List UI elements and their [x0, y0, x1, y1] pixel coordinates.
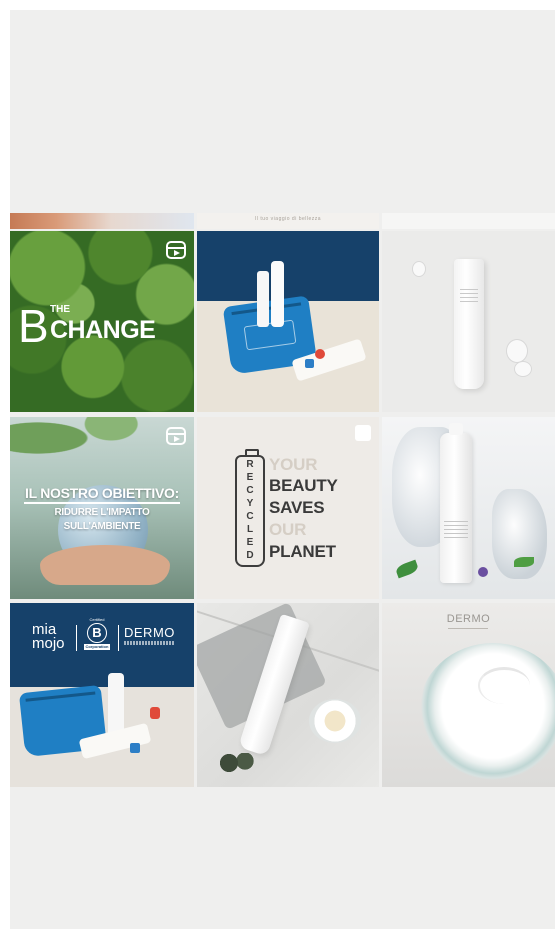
- slogan-word: OUR: [269, 520, 307, 539]
- profile-post-grid: B THE CHANGE IL NOSTRO OBIETTIVO: RIDURR…: [10, 231, 555, 787]
- post-tile-white-tube[interactable]: [382, 231, 555, 412]
- post-tile-the-change[interactable]: B THE CHANGE: [10, 231, 194, 412]
- reel-icon: [166, 241, 186, 259]
- b-corp-logo: Certified B Corporation: [84, 617, 110, 650]
- dermo-logo: DERMO: [446, 613, 491, 625]
- obiettivo-title: IL NOSTRO OBIETTIVO:: [25, 485, 179, 501]
- strip-tile-caption[interactable]: Il tuo viaggio di bellezza: [197, 213, 379, 229]
- carousel-icon: [355, 425, 371, 441]
- post-tile-cream-dish[interactable]: DERMO: [382, 603, 555, 787]
- post-tile-nostro-obiettivo[interactable]: IL NOSTRO OBIETTIVO: RIDURRE L'IMPATTO S…: [10, 417, 194, 599]
- dermo-logo: DERMO: [124, 625, 175, 640]
- slogan-word: SAVES: [269, 498, 325, 517]
- slogan-word: BEAUTY: [269, 476, 338, 495]
- mint-leaf-image: [394, 559, 420, 579]
- previous-row-strip: Il tuo viaggio di bellezza: [10, 213, 555, 229]
- herb-image: [217, 753, 257, 773]
- obiettivo-line2: RIDURRE L'IMPATTO: [54, 507, 150, 518]
- bottle-image: [257, 271, 269, 327]
- hands-image: [40, 545, 170, 585]
- slogan-word: YOUR: [269, 455, 318, 474]
- strip-tile-hands[interactable]: [10, 213, 194, 229]
- post-tile-blue-kit[interactable]: [197, 231, 379, 412]
- reel-icon: [166, 427, 186, 445]
- flower-image: [478, 567, 488, 577]
- obiettivo-line3: SULL'AMBIENTE: [63, 521, 141, 532]
- post-tile-mia-mojo-bcorp[interactable]: mia mojo Certified B Corporation DERMO: [10, 603, 194, 787]
- cream-dish-image: [418, 643, 555, 783]
- strip-caption-text: Il tuo viaggio di bellezza: [254, 216, 322, 222]
- recycled-bottle-icon: R E C Y C L E D: [235, 449, 265, 567]
- post-tile-marble-tube[interactable]: [197, 603, 379, 787]
- pump-bottle-image: [440, 423, 472, 583]
- post-tile-ice-bottle[interactable]: [382, 417, 555, 599]
- mint-leaf-image: [514, 557, 534, 567]
- strip-tile-white[interactable]: [382, 213, 555, 229]
- bottle-image: [271, 261, 284, 327]
- tube-image: [454, 259, 484, 389]
- post-tile-beauty-planet[interactable]: R E C Y C L E D YOUR BEAUTY SAVES OUR PL…: [197, 417, 379, 599]
- slogan-word: PLANET: [269, 542, 336, 561]
- mia-mojo-logo: mia mojo: [32, 621, 65, 652]
- dish-image: [309, 699, 361, 743]
